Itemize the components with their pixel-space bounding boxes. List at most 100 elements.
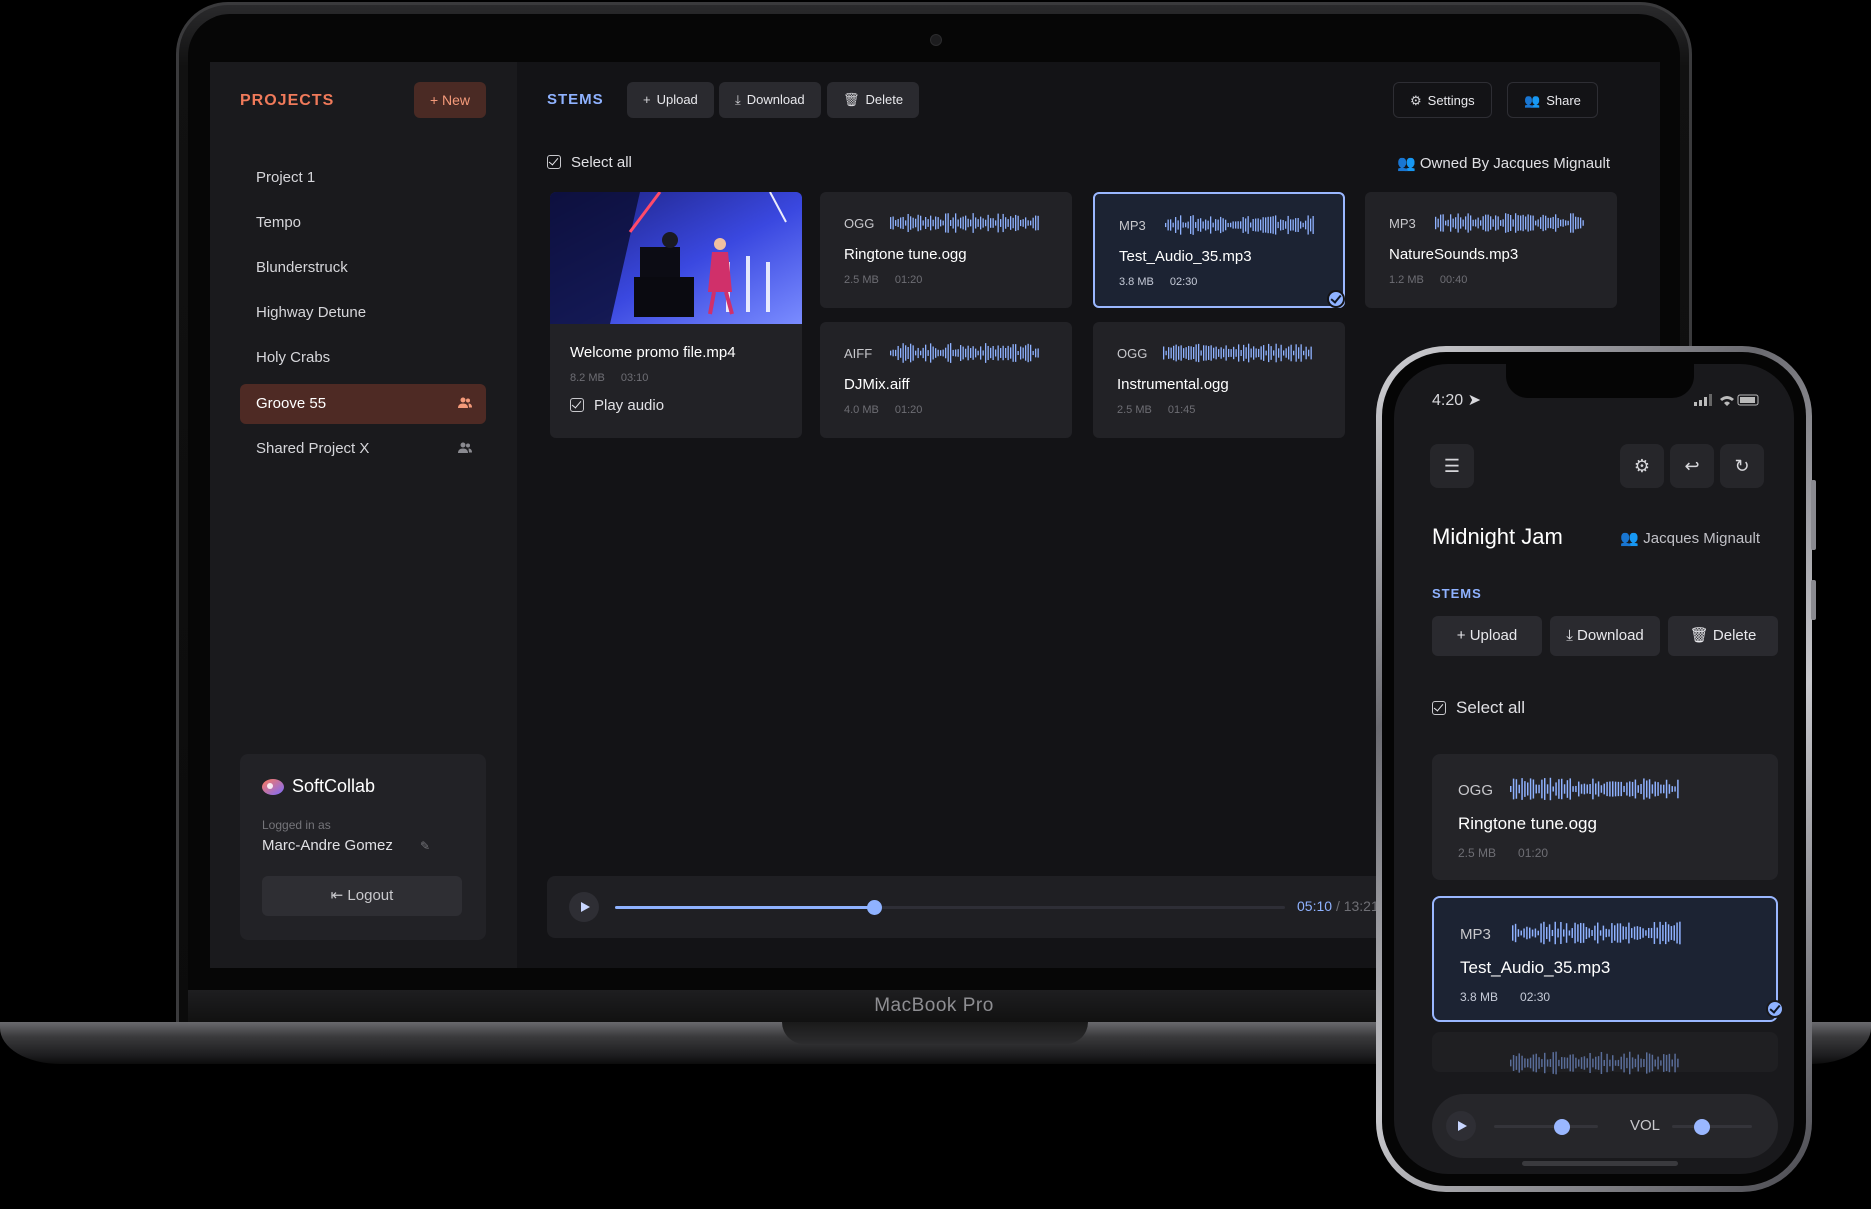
- reply-icon[interactable]: ↩: [1670, 444, 1714, 488]
- file-meta: 8.2 MB 03:10: [570, 372, 648, 384]
- hamburger-icon[interactable]: ☰: [1430, 444, 1474, 488]
- upload-button[interactable]: + Upload: [1432, 616, 1542, 656]
- sidebar-item-label: Groove 55: [256, 395, 327, 412]
- play-button[interactable]: [569, 892, 599, 922]
- file-name: DJMix.aiff: [844, 376, 910, 393]
- file-name: NatureSounds.mp3: [1389, 246, 1519, 263]
- file-size: 3.8 MB: [1460, 990, 1499, 1004]
- upload-label: Upload: [1469, 627, 1518, 644]
- location-arrow-icon: ➤: [1467, 392, 1481, 409]
- file-duration: 01:20: [1518, 846, 1549, 860]
- checkbox-icon: [570, 398, 584, 412]
- audio-file-card[interactable]: OGG Ringtone tune.ogg 2.5 MB 01:20: [1432, 754, 1778, 880]
- share-button[interactable]: 👥 Share: [1507, 82, 1598, 118]
- logout-button[interactable]: ⇤ Logout: [262, 876, 462, 916]
- sidebar-item-blunderstruck[interactable]: Blunderstruck: [240, 248, 486, 288]
- sidebar-item-tempo[interactable]: Tempo: [240, 203, 486, 243]
- download-button[interactable]: ⤓ Download: [719, 82, 821, 118]
- waveform: [1163, 343, 1312, 363]
- audio-file-card[interactable]: MP3 NatureSounds.mp3 1.2 MB 00:40: [1365, 192, 1617, 308]
- select-all-checkbox[interactable]: Select all: [547, 154, 632, 171]
- stems-label: STEMS: [1432, 586, 1482, 601]
- upload-label: Upload: [656, 92, 698, 107]
- owner-label: 👥 Owned By Jacques Mignault: [1397, 154, 1610, 172]
- trash-icon: 🗑: [843, 92, 860, 107]
- selected-check-icon: [1327, 290, 1345, 308]
- audio-file-card-selected[interactable]: MP3 Test_Audio_35.mp3 3.8 MB 02:30: [1432, 896, 1784, 1022]
- gear-icon: ⚙: [1410, 93, 1422, 108]
- status-icons: [1694, 394, 1759, 406]
- sidebar-item-project-1[interactable]: Project 1: [240, 158, 486, 198]
- delete-label: Delete: [865, 92, 904, 107]
- sidebar-item-label: Project 1: [256, 169, 316, 186]
- sidebar-item-label: Tempo: [256, 214, 302, 231]
- audio-file-card-partial[interactable]: [1432, 1032, 1778, 1075]
- home-indicator: [1522, 1161, 1678, 1166]
- total-time: / 13:21: [1335, 898, 1379, 914]
- seek-knob[interactable]: [867, 900, 883, 915]
- sidebar-item-groove-55[interactable]: Groove 55: [240, 384, 486, 424]
- sidebar-item-holy-crabs[interactable]: Holy Crabs: [240, 338, 486, 378]
- file-duration: 01:45: [1167, 404, 1196, 416]
- audio-file-card[interactable]: AIFF DJMix.aiff 4.0 MB 01:20: [820, 322, 1072, 438]
- file-size: 2.5 MB: [844, 274, 879, 286]
- file-name: Ringtone tune.ogg: [1458, 814, 1597, 833]
- users-icon: 👥: [1524, 93, 1541, 108]
- logged-in-user: Marc-Andre Gomez: [262, 837, 393, 854]
- new-project-button[interactable]: + New: [414, 82, 486, 118]
- file-duration: 02:30: [1169, 276, 1198, 288]
- audio-file-card[interactable]: OGG Instrumental.ogg 2.5 MB 01:45: [1093, 322, 1345, 438]
- audio-file-card-selected[interactable]: MP3 Test_Audio_35.mp3 3.8 MB 02:30: [1093, 192, 1345, 308]
- volume-knob[interactable]: [1694, 1119, 1711, 1135]
- playback-time: 05:10 / 13:21: [1297, 898, 1379, 914]
- select-all-checkbox[interactable]: Select all: [1432, 698, 1525, 718]
- delete-button[interactable]: 🗑 Delete: [827, 82, 920, 118]
- play-button[interactable]: [1446, 1111, 1476, 1141]
- shared-users-icon: [458, 442, 472, 454]
- seek-track[interactable]: [1494, 1119, 1598, 1135]
- audio-file-card[interactable]: OGG Ringtone tune.ogg 2.5 MB 01:20: [820, 192, 1072, 308]
- checkbox-icon: [547, 155, 561, 169]
- file-name: Instrumental.ogg: [1117, 376, 1229, 393]
- sidebar-item-highway-detune[interactable]: Highway Detune: [240, 293, 486, 333]
- seek-track[interactable]: [615, 900, 1285, 915]
- video-thumbnail: [550, 192, 802, 324]
- phone-audio-player: VOL: [1432, 1094, 1778, 1158]
- sidebar: PROJECTS + New Project 1 Tempo Blunderst…: [210, 62, 517, 968]
- file-duration: 02:30: [1520, 990, 1551, 1004]
- play-audio-checkbox[interactable]: Play audio: [570, 397, 664, 414]
- volume-track[interactable]: [1672, 1119, 1752, 1135]
- settings-button[interactable]: ⚙ Settings: [1393, 82, 1492, 118]
- file-name: Welcome promo file.mp4: [570, 344, 736, 361]
- download-button[interactable]: ⤓ Download: [1550, 616, 1660, 656]
- phone-device: 4:20 ➤ ☰ ⚙ ↩ ↻ Midnight Jam 👥 Jacques Mi…: [1376, 346, 1812, 1192]
- edit-pencil-icon[interactable]: ✎: [420, 839, 430, 853]
- file-meta: 4.0 MB 01:20: [844, 404, 922, 416]
- seek-knob[interactable]: [1553, 1119, 1570, 1135]
- file-meta: 1.2 MB 00:40: [1389, 274, 1467, 286]
- waveform: [1510, 1051, 1679, 1075]
- phone-side-button: [1811, 580, 1816, 620]
- owner-icon: 👥: [1620, 530, 1644, 547]
- laptop-notch: [782, 1022, 1088, 1044]
- owner-icon: 👥: [1397, 155, 1420, 172]
- history-icon[interactable]: ↻: [1720, 444, 1764, 488]
- select-all-label: Select all: [571, 154, 632, 171]
- video-file-card[interactable]: Welcome promo file.mp4 8.2 MB 03:10 Play …: [550, 192, 802, 438]
- file-type: OGG: [1117, 346, 1148, 361]
- file-size: 2.5 MB: [1458, 846, 1497, 860]
- file-name: Ringtone tune.ogg: [844, 246, 967, 263]
- logout-label: Logout: [347, 887, 394, 904]
- file-size: 3.8 MB: [1119, 276, 1154, 288]
- phone-power-button: [1811, 480, 1816, 550]
- sidebar-item-shared-project-x[interactable]: Shared Project X: [240, 429, 486, 469]
- file-meta: 3.8 MB 02:30: [1119, 276, 1197, 288]
- plus-icon: +: [1456, 627, 1470, 644]
- file-name: Test_Audio_35.mp3: [1460, 958, 1611, 977]
- delete-button[interactable]: 🗑 Delete: [1668, 616, 1778, 656]
- share-label: Share: [1546, 93, 1581, 108]
- camera-dot: [930, 34, 942, 46]
- sidebar-item-label: Holy Crabs: [256, 349, 331, 366]
- gear-icon[interactable]: ⚙: [1620, 444, 1664, 488]
- upload-button[interactable]: + Upload: [627, 82, 714, 118]
